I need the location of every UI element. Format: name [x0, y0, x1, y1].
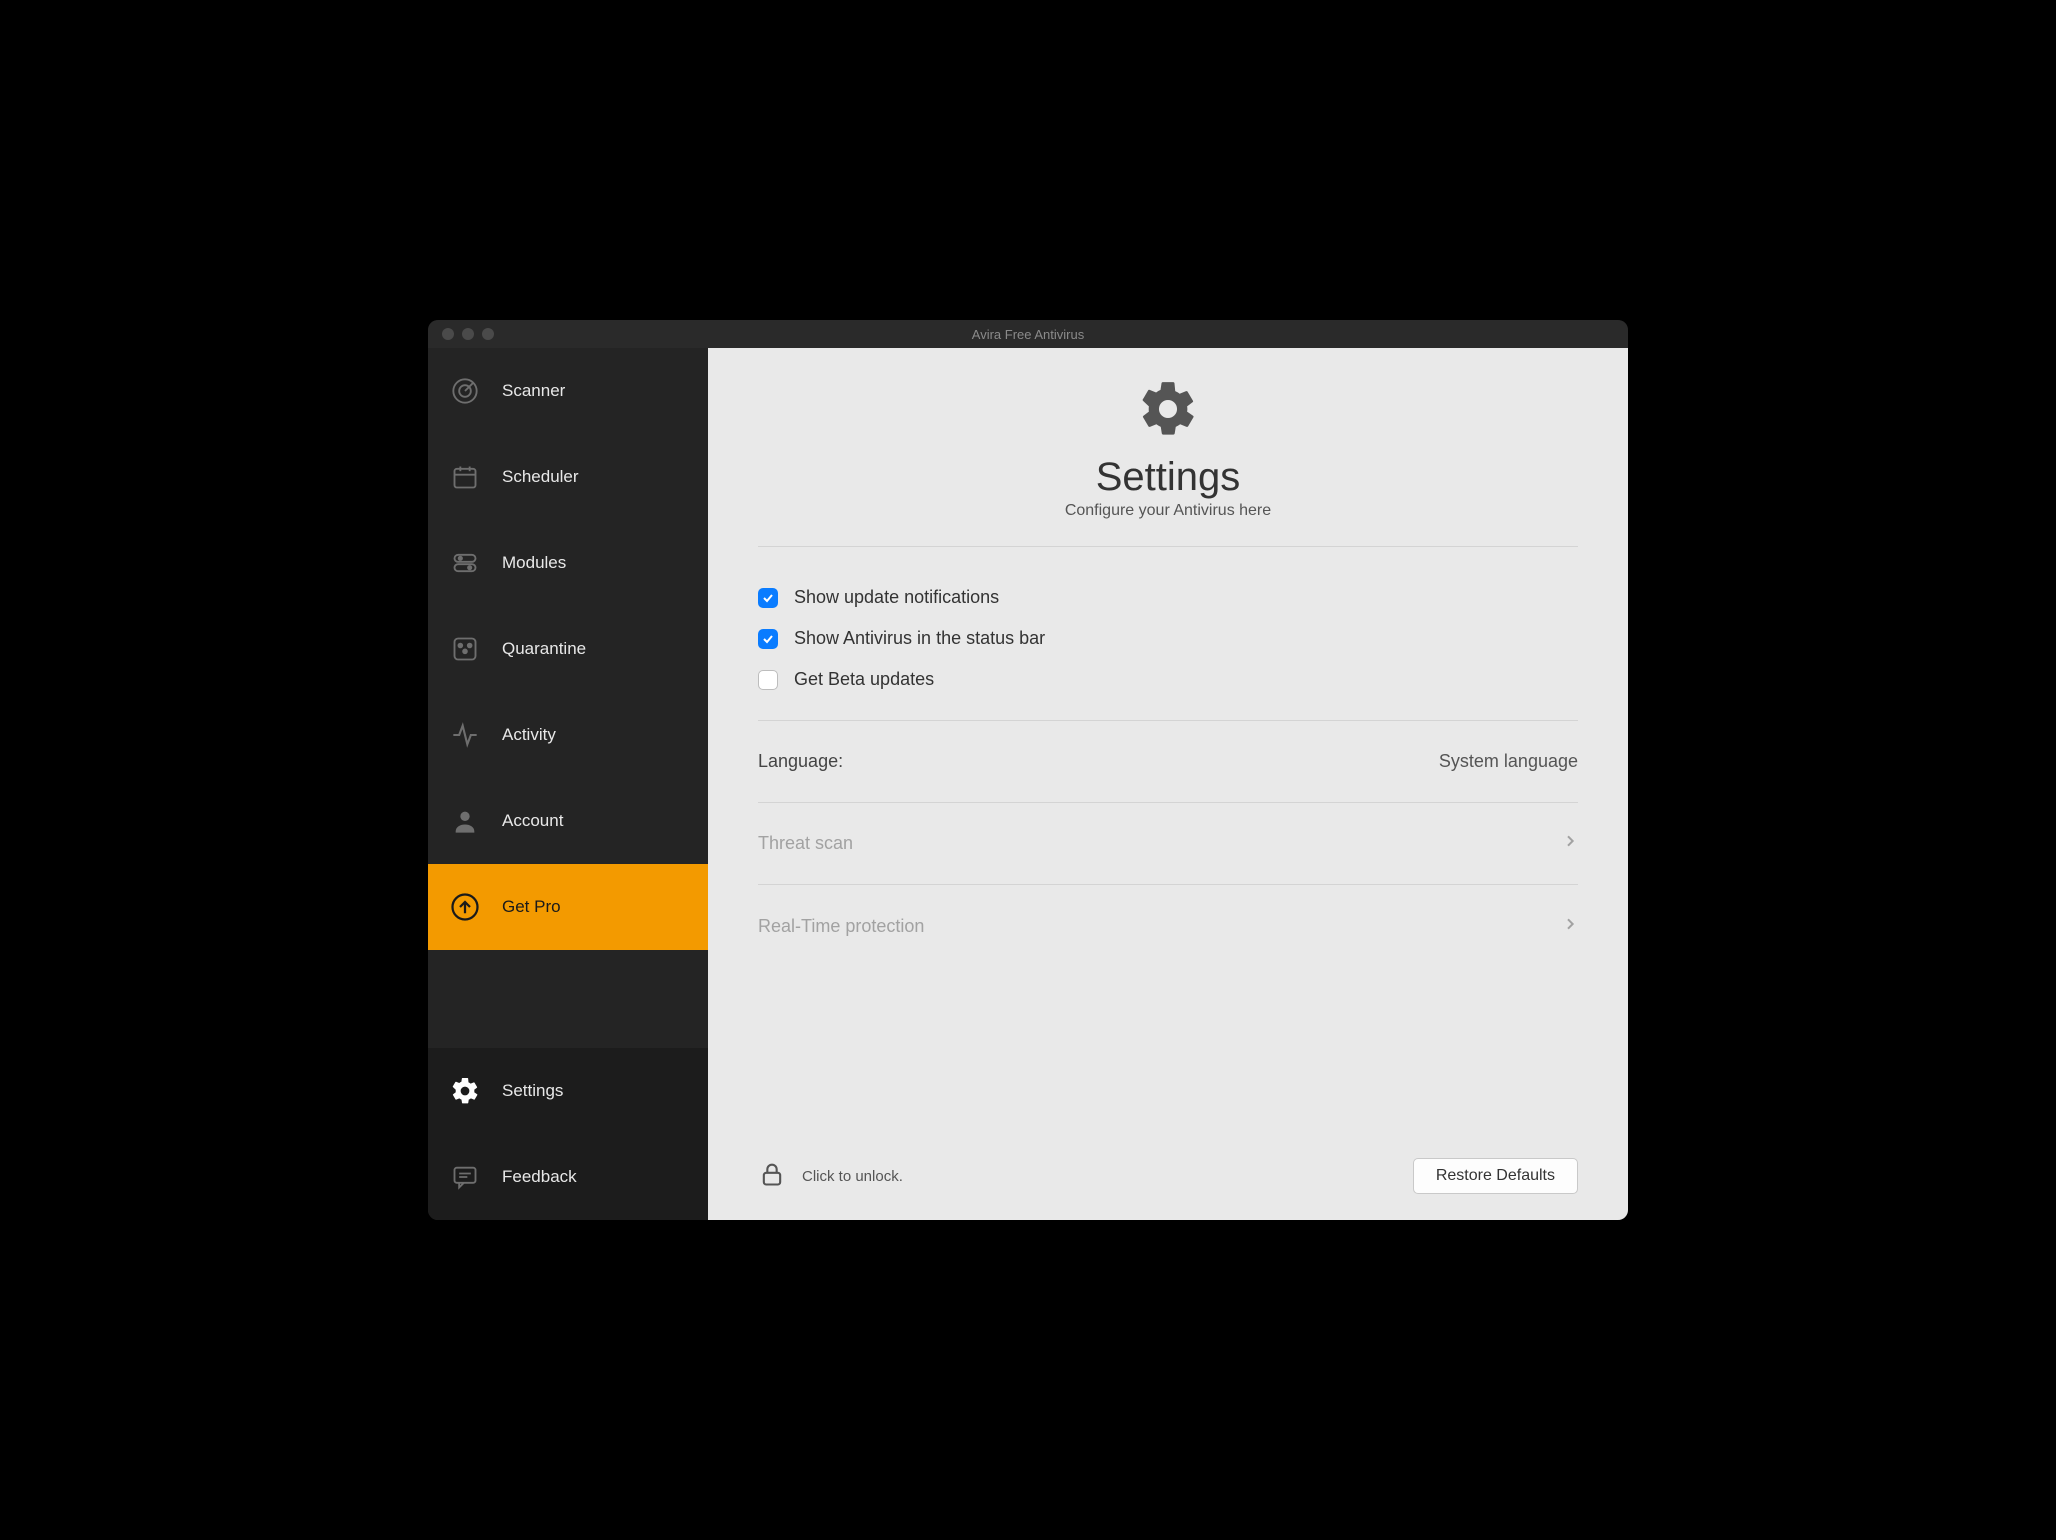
- minimize-window-button[interactable]: [462, 328, 474, 340]
- language-value: System language: [1439, 751, 1578, 772]
- window-title: Avira Free Antivirus: [428, 327, 1628, 342]
- sidebar-item-account[interactable]: Account: [428, 778, 708, 864]
- sidebar-item-scheduler[interactable]: Scheduler: [428, 434, 708, 520]
- sidebar-item-label: Modules: [502, 553, 566, 573]
- page-title: Settings: [1096, 455, 1241, 500]
- calendar-icon: [450, 462, 480, 492]
- sidebar-item-label: Activity: [502, 725, 556, 745]
- checkbox[interactable]: [758, 588, 778, 608]
- unlock-hint: Click to unlock.: [802, 1168, 903, 1185]
- chat-icon: [450, 1162, 480, 1192]
- row-label: Language:: [758, 751, 843, 772]
- sidebar-item-modules[interactable]: Modules: [428, 520, 708, 606]
- sidebar-item-activity[interactable]: Activity: [428, 692, 708, 778]
- content-pane: Settings Configure your Antivirus here S…: [708, 348, 1628, 1220]
- row-label: Real-Time protection: [758, 916, 924, 937]
- sidebar-item-label: Get Pro: [502, 897, 561, 917]
- dice-icon: [450, 634, 480, 664]
- content-inner: Settings Configure your Antivirus here S…: [708, 348, 1628, 1138]
- sidebar-main-nav: Scanner Scheduler Modules: [428, 348, 708, 1048]
- lock-icon: [758, 1160, 786, 1192]
- close-window-button[interactable]: [442, 328, 454, 340]
- option-label: Get Beta updates: [794, 669, 934, 690]
- general-options: Show update notifications Show Antivirus…: [758, 547, 1578, 721]
- sidebar-bottom-nav: Settings Feedback: [428, 1048, 708, 1220]
- option-update-notifications[interactable]: Show update notifications: [758, 587, 1578, 608]
- app-window: Avira Free Antivirus Scanner Scheduler: [428, 320, 1628, 1220]
- sidebar-item-quarantine[interactable]: Quarantine: [428, 606, 708, 692]
- sidebar-item-settings[interactable]: Settings: [428, 1048, 708, 1134]
- chevron-right-icon: [1562, 916, 1578, 937]
- sidebar: Scanner Scheduler Modules: [428, 348, 708, 1220]
- sidebar-item-feedback[interactable]: Feedback: [428, 1134, 708, 1220]
- checkbox[interactable]: [758, 629, 778, 649]
- pulse-icon: [450, 720, 480, 750]
- sidebar-item-label: Feedback: [502, 1167, 577, 1187]
- gear-icon: [450, 1076, 480, 1106]
- sidebar-item-label: Settings: [502, 1081, 563, 1101]
- settings-header: Settings Configure your Antivirus here: [758, 378, 1578, 547]
- window-controls: [428, 328, 494, 340]
- sidebar-item-label: Account: [502, 811, 563, 831]
- restore-defaults-button[interactable]: Restore Defaults: [1413, 1158, 1578, 1194]
- sidebar-item-get-pro[interactable]: Get Pro: [428, 864, 708, 950]
- upgrade-icon: [450, 892, 480, 922]
- titlebar[interactable]: Avira Free Antivirus: [428, 320, 1628, 348]
- option-label: Show Antivirus in the status bar: [794, 628, 1045, 649]
- settings-footer: Click to unlock. Restore Defaults: [708, 1138, 1628, 1220]
- realtime-protection-row[interactable]: Real-Time protection: [758, 885, 1578, 967]
- option-label: Show update notifications: [794, 587, 999, 608]
- sidebar-item-label: Scanner: [502, 381, 565, 401]
- checkbox[interactable]: [758, 670, 778, 690]
- gear-icon: [1137, 378, 1199, 445]
- toggles-icon: [450, 548, 480, 578]
- person-icon: [450, 806, 480, 836]
- window-body: Scanner Scheduler Modules: [428, 348, 1628, 1220]
- sidebar-item-label: Quarantine: [502, 639, 586, 659]
- option-beta-updates[interactable]: Get Beta updates: [758, 669, 1578, 690]
- zoom-window-button[interactable]: [482, 328, 494, 340]
- threat-scan-row[interactable]: Threat scan: [758, 803, 1578, 885]
- sidebar-item-scanner[interactable]: Scanner: [428, 348, 708, 434]
- chevron-right-icon: [1562, 833, 1578, 854]
- row-label: Threat scan: [758, 833, 853, 854]
- option-status-bar[interactable]: Show Antivirus in the status bar: [758, 628, 1578, 649]
- unlock-control[interactable]: Click to unlock.: [758, 1160, 903, 1192]
- sidebar-item-label: Scheduler: [502, 467, 579, 487]
- page-subtitle: Configure your Antivirus here: [1065, 502, 1271, 520]
- language-row[interactable]: Language: System language: [758, 721, 1578, 803]
- radar-icon: [450, 376, 480, 406]
